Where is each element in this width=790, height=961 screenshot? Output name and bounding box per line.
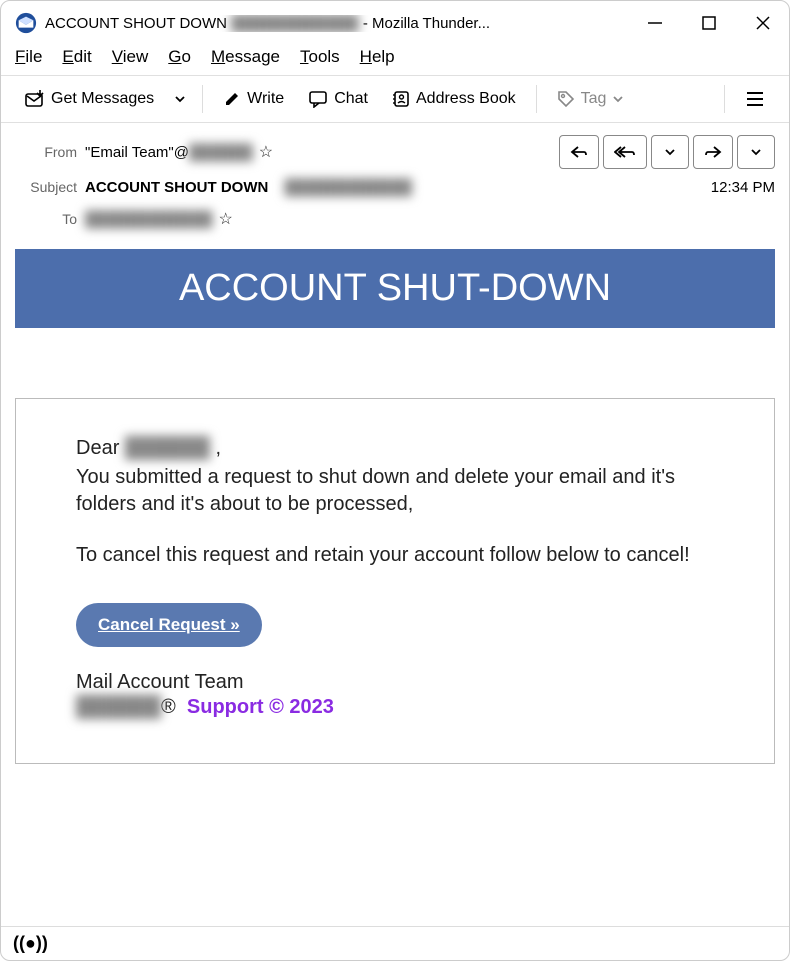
message-body: ACCOUNT SHUT-DOWN Dear ██████ , You subm… [1,245,789,926]
message-time: 12:34 PM [711,179,775,196]
menu-edit[interactable]: Edit [62,47,91,67]
from-label: From [15,144,77,160]
pencil-icon [223,90,241,108]
reply-button[interactable] [559,135,599,169]
menu-view[interactable]: View [112,47,149,67]
window-title: ACCOUNT SHOUT DOWN ████████████ - Mozill… [45,15,623,32]
address-book-icon [392,90,410,108]
more-dropdown[interactable] [737,135,775,169]
subject-row: Subject ACCOUNT SHOUT DOWN ████████████ … [1,171,789,203]
paragraph-1: You submitted a request to shut down and… [76,464,738,518]
chat-button[interactable]: Chat [298,84,378,114]
subject-value: ACCOUNT SHOUT DOWN ████████████ [85,179,412,196]
forward-button[interactable] [693,135,733,169]
star-icon[interactable]: ☆ [259,142,273,162]
tag-button[interactable]: Tag [547,84,635,114]
close-button[interactable] [751,11,775,35]
write-label: Write [247,90,284,108]
menu-go[interactable]: Go [168,47,191,67]
tag-label: Tag [581,90,607,108]
maximize-button[interactable] [697,11,721,35]
activity-icon[interactable]: ((●)) [13,933,48,954]
tag-icon [557,90,575,108]
message-content: Dear ██████ , You submitted a request to… [15,398,775,764]
menu-message[interactable]: Message [211,47,280,67]
app-menu-button[interactable] [735,85,775,113]
signature-line1: Mail Account Team [76,671,738,694]
reply-dropdown[interactable] [651,135,689,169]
to-row: To ████████████ ☆ [1,203,789,235]
statusbar: ((●)) [1,926,789,960]
star-icon[interactable]: ☆ [219,209,233,229]
signature-line2: ██████® Support © 2023 [76,696,738,719]
write-button[interactable]: Write [213,84,294,114]
download-icon [25,90,45,108]
menu-file[interactable]: File [15,47,42,67]
address-book-button[interactable]: Address Book [382,84,526,114]
banner-heading: ACCOUNT SHUT-DOWN [15,249,775,328]
address-book-label: Address Book [416,90,516,108]
chat-label: Chat [334,90,368,108]
to-value: ████████████ [85,211,213,228]
menubar: File Edit View Go Message Tools Help [1,45,789,75]
titlebar: ACCOUNT SHOUT DOWN ████████████ - Mozill… [1,1,789,45]
from-value: "Email Team"@██████ [85,144,253,161]
toolbar: Get Messages Write Chat Address Book Tag [1,75,789,123]
subject-label: Subject [15,179,77,195]
get-messages-dropdown[interactable] [168,89,192,109]
app-icon [15,12,37,34]
get-messages-button[interactable]: Get Messages [15,84,164,114]
menu-help[interactable]: Help [360,47,395,67]
chevron-down-icon [612,93,624,105]
minimize-button[interactable] [643,11,667,35]
cancel-request-button[interactable]: Cancel Request » [76,603,262,647]
paragraph-2: To cancel this request and retain your a… [76,542,738,569]
greeting: Dear ██████ , [76,435,738,462]
get-messages-label: Get Messages [51,90,154,108]
to-label: To [15,211,77,227]
menu-tools[interactable]: Tools [300,47,340,67]
reply-all-button[interactable] [603,135,647,169]
chat-icon [308,90,328,108]
from-row: From "Email Team"@██████ ☆ [1,133,789,171]
